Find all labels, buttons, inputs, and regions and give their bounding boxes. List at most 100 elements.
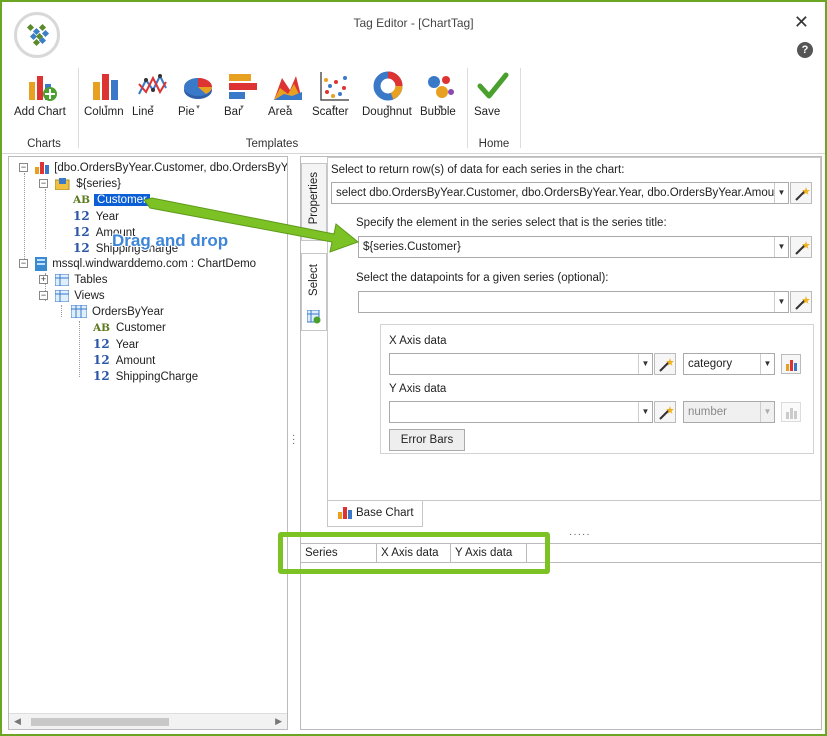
series-title-wizard-button[interactable] [790,236,812,258]
tab-base-chart[interactable]: Base Chart [327,501,423,527]
text-field-icon: AB [73,194,91,206]
add-chart-label: Add Chart [14,106,66,118]
x-axis-format-button[interactable] [781,354,801,374]
magic-wand-icon [659,358,674,372]
text-field-icon: AB [93,322,111,334]
datapoints-wizard-button[interactable] [790,291,812,313]
y-axis-type-select: number ▼ [683,401,775,423]
dropdown-arrow-icon[interactable]: ▼ [774,237,788,257]
scatter-chart-icon [312,66,356,102]
vertical-splitter-handle[interactable]: · · · [292,431,295,449]
collapse-icon[interactable]: − [39,179,48,189]
error-bars-button[interactable]: Error Bars [389,429,465,451]
view-field-label: ShippingCharge [115,371,199,383]
dropdown-arrow-icon[interactable]: ▼ [638,354,652,374]
add-chart-button[interactable]: Add Chart [14,66,70,130]
datapoints-label: Select the datapoints for a given series… [356,272,609,284]
table-icon [54,289,70,303]
doughnut-button[interactable]: Doughnut ▾ [362,66,414,130]
bubble-button[interactable]: Bubble ▾ [420,66,460,130]
doughnut-chart-icon [362,66,414,102]
scroll-left-icon[interactable]: ◀ [14,716,21,727]
drag-and-drop-annotation: Drag and drop [112,231,229,250]
chart-node-icon [35,161,50,174]
tree-horizontal-scrollbar[interactable]: ◀ ▶ [9,713,287,729]
bar-button[interactable]: Bar ▾ [224,66,260,130]
x-axis-type-select[interactable]: category ▼ [683,353,775,375]
tree-node-tables[interactable]: + Tables [39,272,109,288]
series-field-label: Year [95,211,119,223]
tab-properties[interactable]: Properties [301,163,327,241]
series-folder-icon [54,177,70,191]
close-icon[interactable]: ✕ [794,12,809,33]
area-label: Area [268,106,293,118]
y-axis-wizard-button[interactable] [654,401,676,423]
number-field-icon: 12 [93,337,110,351]
view-field-label: Year [115,339,139,351]
line-button[interactable]: Line ▾ [132,66,172,130]
dropdown-arrow-icon[interactable]: ▼ [774,292,788,312]
series-title-value: ${series.Customer} [363,241,461,253]
dropdown-arrow-icon[interactable]: ▼ [774,183,788,203]
number-field-icon: 12 [73,225,90,239]
y-axis-combo[interactable]: ▼ [389,401,653,423]
dropdown-arrow-icon[interactable]: ▼ [760,354,774,374]
highlight-box [278,532,550,574]
magic-wand-icon [795,296,810,310]
pie-label: Pie [178,106,195,118]
doughnut-label: Doughnut [362,106,412,118]
ribbon-separator [520,68,521,148]
area-button[interactable]: Area ▾ [268,66,308,130]
tag-editor-window: Tag Editor - [ChartTag] ✕ ? Add Chart Co… [0,0,827,736]
horizontal-splitter-handle[interactable]: ····· [569,529,591,540]
collapse-icon[interactable]: − [39,291,48,301]
column-button[interactable]: Column ▾ [84,66,128,130]
tree-node-view-amount[interactable]: 12 Amount [93,352,157,368]
tree-node-series-customer[interactable]: AB Customer [73,192,150,208]
dropdown-arrow-icon[interactable]: ▼ [638,402,652,422]
y-axis-format-button [781,402,801,422]
table-icon [54,273,70,287]
bar-label: Bar [224,106,242,118]
series-title-combo[interactable]: ${series.Customer} ▼ [358,236,789,258]
help-icon[interactable]: ? [797,42,813,58]
tree-node-series-year[interactable]: 12 Year [73,208,121,224]
views-label: Views [74,290,105,302]
collapse-icon[interactable]: − [19,163,28,173]
tree-node-view[interactable]: OrdersByYear [70,304,166,320]
tab-select[interactable]: Select [301,253,327,331]
tree-root-label: [dbo.OrdersByYear.Customer, dbo.OrdersBy… [54,162,288,174]
save-button[interactable]: Save [474,66,512,130]
expand-icon[interactable]: + [39,275,48,285]
tree-node-view-customer[interactable]: AB Customer [93,320,168,336]
bubble-label: Bubble [420,106,456,118]
scatter-button[interactable]: Scatter ▾ [312,66,356,130]
series-label: ${series} [76,178,121,190]
chart-settings-pane: Properties Select Select to return row(s… [300,156,822,730]
tree-node-view-shipping[interactable]: 12 ShippingCharge [93,368,200,384]
title-bar: Tag Editor - [ChartTag] ✕ ? [2,2,825,62]
database-icon [35,256,48,271]
tree-node-root[interactable]: − [dbo.OrdersByYear.Customer, dbo.Orders… [19,160,288,176]
bar-chart-icon [224,66,260,102]
number-field-icon: 12 [73,241,90,255]
view-table-icon [70,304,88,319]
x-axis-combo[interactable]: ▼ [389,353,653,375]
rows-select-value: select dbo.OrdersByYear.Customer, dbo.Or… [336,187,788,199]
rows-select-combo[interactable]: select dbo.OrdersByYear.Customer, dbo.Or… [331,182,789,204]
rows-wizard-button[interactable] [790,182,812,204]
scrollbar-thumb[interactable] [31,718,169,726]
tree-node-series[interactable]: − ${series} [39,176,123,192]
tree-node-views[interactable]: − Views [39,288,107,304]
datapoints-combo[interactable]: ▼ [358,291,789,313]
tree-node-view-year[interactable]: 12 Year [93,336,141,352]
series-title-label: Specify the element in the series select… [356,217,667,229]
tree-node-datasource[interactable]: − mssql.windwarddemo.com : ChartDemo [19,256,258,272]
x-axis-wizard-button[interactable] [654,353,676,375]
pie-button[interactable]: Pie ▾ [178,66,218,130]
scroll-right-icon[interactable]: ▶ [275,716,282,727]
collapse-icon[interactable]: − [19,259,28,269]
series-grid-body[interactable] [301,563,821,729]
magic-wand-icon [795,241,810,255]
view-field-label: Amount [115,355,156,367]
